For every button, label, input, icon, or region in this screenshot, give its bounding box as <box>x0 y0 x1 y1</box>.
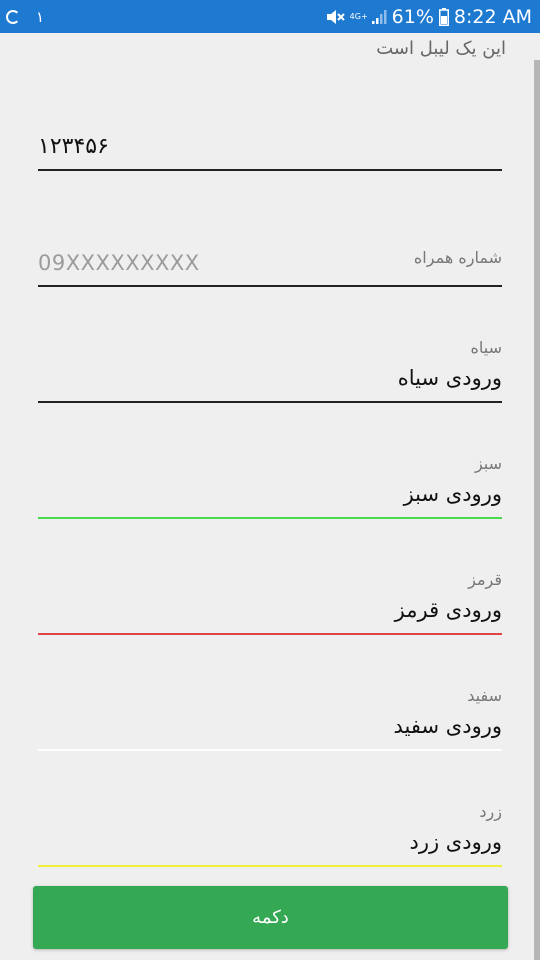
sync-icon <box>6 10 20 24</box>
submit-button[interactable]: دکمه <box>33 886 508 949</box>
phone-field[interactable]: شماره همراه 09XXXXXXXXX <box>38 244 502 290</box>
network-4g-icon: 4G+ <box>349 12 368 21</box>
battery-icon <box>438 8 449 26</box>
number-field-underline <box>38 169 502 171</box>
phone-field-underline <box>38 285 502 287</box>
red-field-underline <box>38 633 502 635</box>
signal-icon <box>371 9 387 25</box>
phone-field-placeholder: 09XXXXXXXXX <box>38 251 200 275</box>
black-field-value: ورودی سیاه <box>397 366 502 390</box>
black-field-hint: سیاه <box>470 338 503 357</box>
yellow-field-underline <box>38 865 502 867</box>
top-label: این یک لیبل است <box>376 38 506 59</box>
green-field[interactable]: سبز ورودی سبز <box>38 452 502 522</box>
black-field-underline <box>38 401 502 403</box>
green-field-underline <box>38 517 502 519</box>
mute-icon <box>325 8 345 26</box>
status-bar: ١ 4G+ 61% 8:22 AM <box>0 0 540 33</box>
white-field-value: ورودی سفید <box>393 714 502 738</box>
green-field-hint: سبز <box>474 454 502 473</box>
status-bar-right: 4G+ 61% 8:22 AM <box>325 4 532 30</box>
yellow-field-value: ورودی زرد <box>409 830 502 854</box>
red-field-value: ورودی قرمز <box>394 598 502 622</box>
clock: 8:22 AM <box>453 6 532 28</box>
green-field-value: ورودی سبز <box>403 482 502 506</box>
number-field-value: ۱۲۳۴۵۶ <box>38 134 109 159</box>
white-field[interactable]: سفید ورودی سفید <box>38 684 502 754</box>
white-field-underline <box>38 749 502 751</box>
yellow-field[interactable]: زرد ورودی زرد <box>38 800 502 870</box>
black-field[interactable]: سیاه ورودی سیاه <box>38 336 502 406</box>
scrollbar[interactable] <box>534 60 540 960</box>
red-field[interactable]: قرمز ورودی قرمز <box>38 568 502 638</box>
status-bar-left: ١ <box>6 6 44 28</box>
white-field-hint: سفید <box>467 686 502 705</box>
app-screen: ١ 4G+ 61% 8:22 AM این یک لیبل است ۱۲۳۴۵۶… <box>0 0 540 960</box>
battery-percent: 61% <box>391 6 434 28</box>
yellow-field-hint: زرد <box>479 802 502 821</box>
red-field-hint: قرمز <box>468 570 502 589</box>
submit-button-label: دکمه <box>252 907 289 928</box>
notification-count: ١ <box>36 8 45 26</box>
number-field[interactable]: ۱۲۳۴۵۶ <box>38 128 502 174</box>
phone-field-hint: شماره همراه <box>413 248 502 267</box>
